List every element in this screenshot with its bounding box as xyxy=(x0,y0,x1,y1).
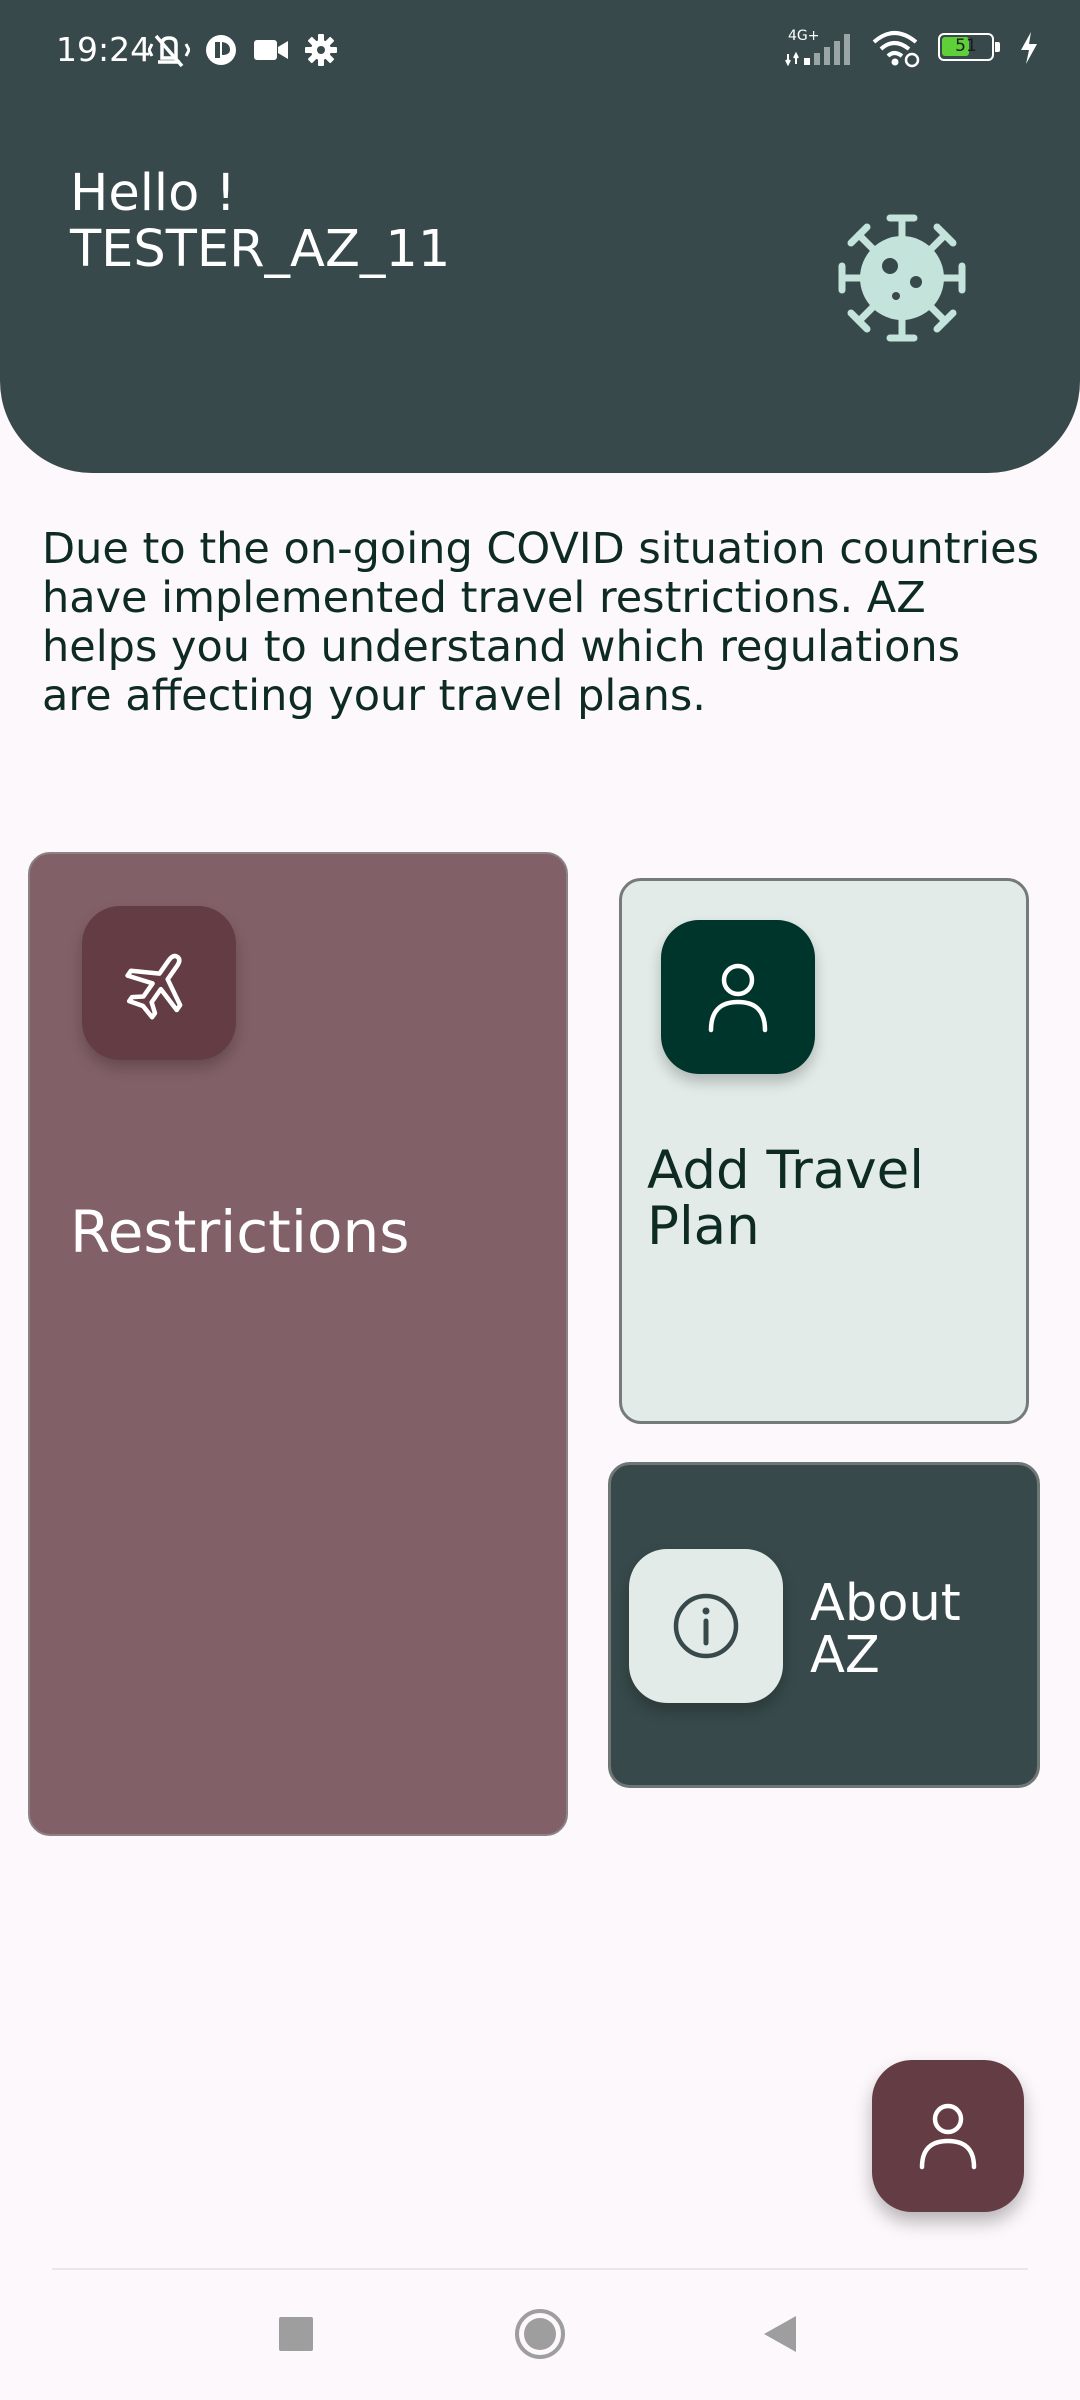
status-bar: 19:24 4G+ 51 xyxy=(0,0,1080,100)
home-button[interactable] xyxy=(500,2306,580,2362)
battery-icon: 51 xyxy=(938,33,1002,63)
profile-fab[interactable] xyxy=(872,2060,1024,2212)
video-icon xyxy=(254,40,288,60)
mute-vibrate-icon xyxy=(148,34,190,68)
add-travel-plan-label: Add Travel Plan xyxy=(647,1140,925,1257)
signal-icon xyxy=(785,34,850,67)
add-travel-plan-icon-tile[interactable] xyxy=(661,920,815,1074)
airplane-icon xyxy=(125,953,183,1020)
status-left-icons xyxy=(148,30,338,70)
restrictions-icon-tile[interactable] xyxy=(82,906,236,1060)
home-icon xyxy=(515,2309,565,2359)
greeting-line: Hello ! xyxy=(70,164,236,223)
recents-icon xyxy=(279,2317,313,2351)
settings-icon xyxy=(305,34,337,66)
person-icon xyxy=(708,963,768,1033)
app-notification-icon xyxy=(206,35,236,65)
battery-tip xyxy=(995,42,1000,52)
back-icon xyxy=(764,2316,796,2352)
battery-level: 51 xyxy=(955,36,977,56)
status-right-icons: 4G+ 51 xyxy=(784,28,1040,68)
back-button[interactable] xyxy=(740,2306,820,2362)
wifi-icon xyxy=(872,31,920,68)
user-name: TESTER_AZ_11 xyxy=(70,220,451,279)
status-time: 19:24 xyxy=(56,30,152,69)
charging-icon xyxy=(1021,32,1037,64)
intro-text: Due to the on-going COVID situation coun… xyxy=(42,524,1040,721)
battery-body: 51 xyxy=(938,33,994,61)
profile-icon xyxy=(919,2103,977,2170)
virus-icon xyxy=(838,214,966,342)
restrictions-label: Restrictions xyxy=(70,1198,410,1266)
cellular-indicator: 4G+ xyxy=(784,28,854,68)
greeting: Hello ! TESTER_AZ_11 xyxy=(70,166,450,278)
info-icon xyxy=(673,1593,739,1659)
recents-button[interactable] xyxy=(256,2306,336,2362)
about-icon-tile[interactable] xyxy=(629,1549,783,1703)
about-label: About AZ xyxy=(810,1574,961,1685)
